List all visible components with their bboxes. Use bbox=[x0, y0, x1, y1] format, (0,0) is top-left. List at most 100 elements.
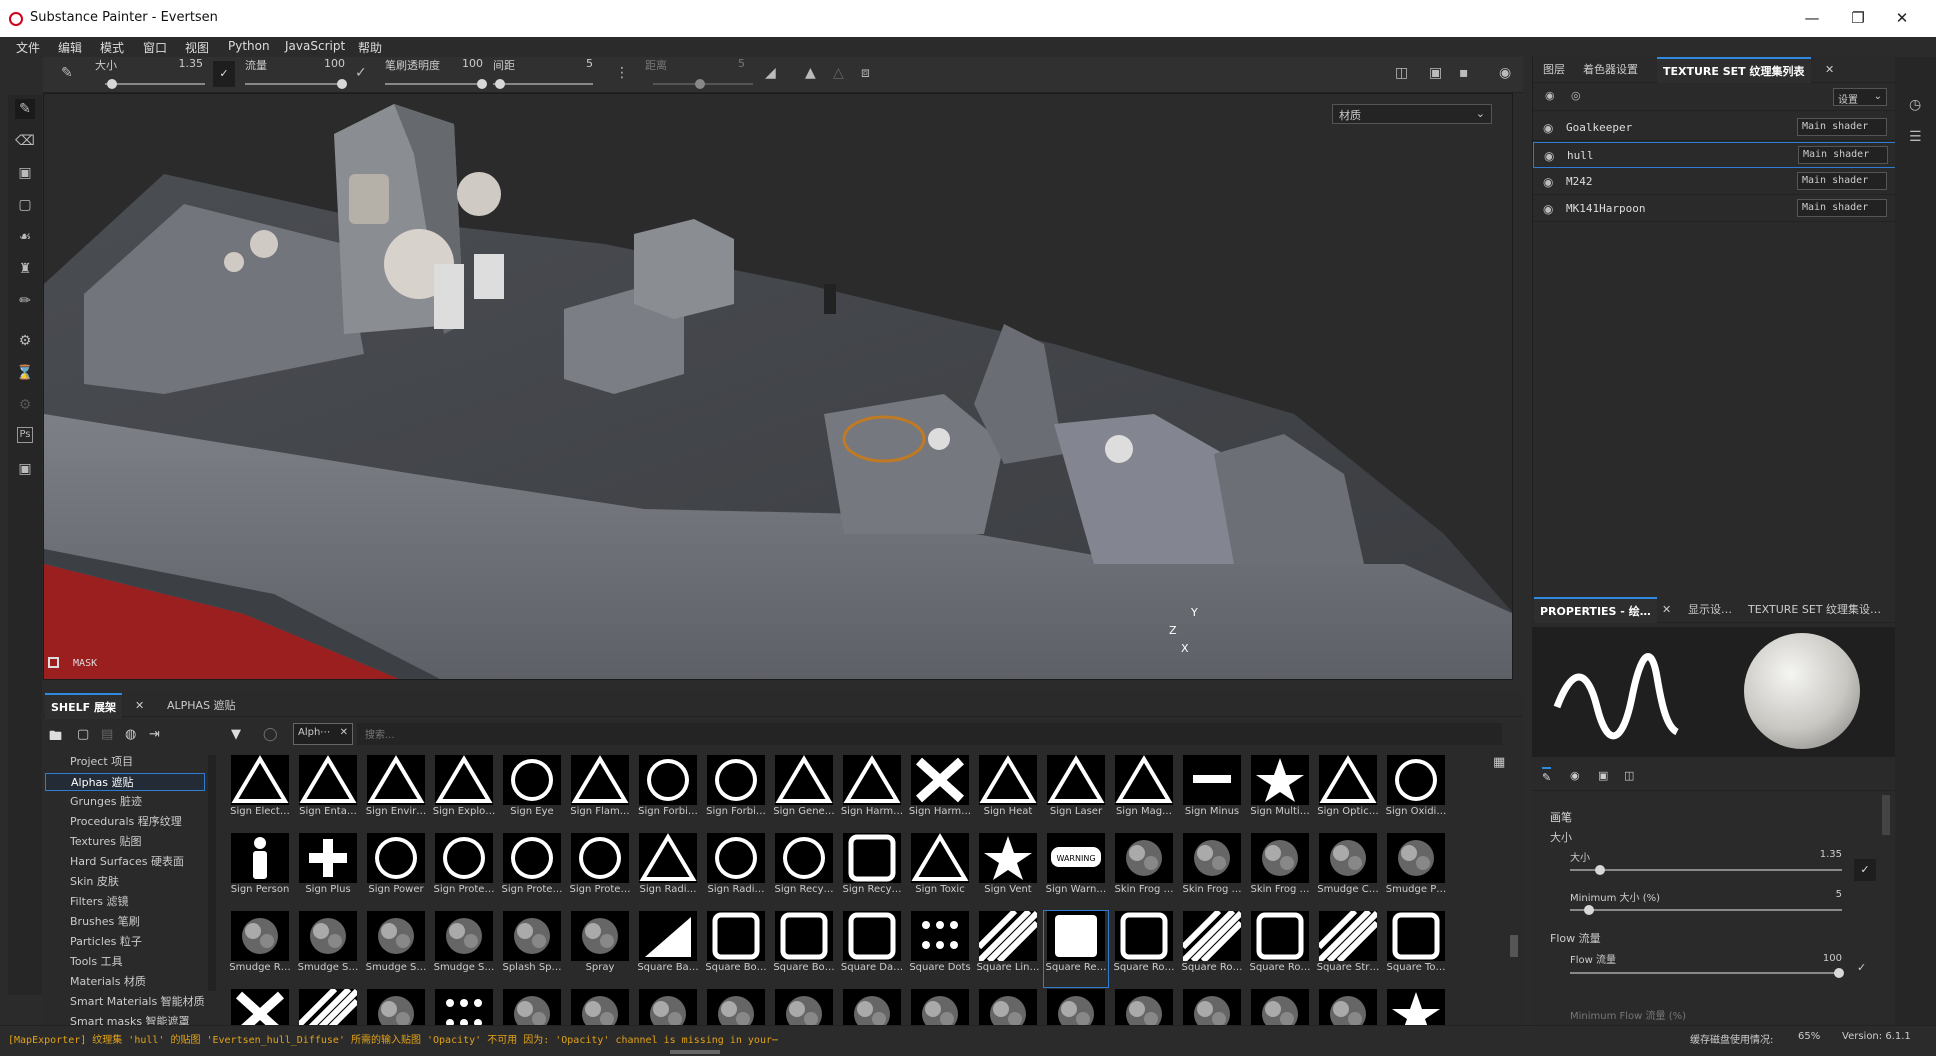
alpha-tile[interactable]: Sign Eye bbox=[500, 755, 564, 831]
import-icon[interactable]: ⇥ bbox=[149, 727, 160, 742]
reset-filter-icon[interactable]: ◯ bbox=[263, 727, 278, 742]
log-icon[interactable]: ☰ bbox=[1909, 129, 1922, 145]
tab-alphas[interactable]: ALPHAS 遮贴 bbox=[161, 693, 242, 719]
3d-viewport[interactable]: 材质 ⌄ MASK Y Z X bbox=[43, 93, 1513, 680]
alpha-tile[interactable] bbox=[1316, 989, 1380, 1025]
bake-icon[interactable]: ⚙ bbox=[15, 331, 35, 351]
alpha-tile[interactable]: WARNING Sign Warn… bbox=[1044, 833, 1108, 909]
shader-dropdown[interactable]: Main shader bbox=[1798, 146, 1888, 164]
prop-min-size-value[interactable]: 5 bbox=[1802, 889, 1842, 900]
category-item[interactable]: Materials 材质 bbox=[70, 973, 146, 989]
alpha-tile[interactable] bbox=[1112, 989, 1176, 1025]
alpha-tile[interactable]: Sign Prote… bbox=[500, 833, 564, 909]
color-picker-icon[interactable]: ✏ bbox=[15, 291, 35, 311]
flow-value[interactable]: 100 bbox=[305, 57, 345, 70]
alpha-tile[interactable]: Sign Harm… bbox=[840, 755, 904, 831]
display-3d-icon[interactable]: ▣ bbox=[1429, 65, 1442, 81]
projection-icon[interactable]: ▣ bbox=[15, 163, 35, 183]
alpha-tile[interactable]: Square Ba… bbox=[636, 911, 700, 987]
pen-pressure-flow-icon[interactable]: ✓ bbox=[355, 65, 367, 81]
alpha-tile[interactable]: Sign Optic… bbox=[1316, 755, 1380, 831]
texture-set-row-selected[interactable]: ◉ hull Main shader bbox=[1533, 142, 1896, 168]
category-item[interactable]: Hard Surfaces 硬表面 bbox=[70, 853, 184, 869]
settings-dropdown[interactable]: 设置 ⌄ bbox=[1833, 88, 1887, 106]
alpha-tile[interactable]: Sign Mag… bbox=[1112, 755, 1176, 831]
camera-icon[interactable]: ▪ bbox=[1459, 65, 1469, 81]
category-item[interactable]: Brushes 笔刷 bbox=[70, 913, 140, 929]
tab-texture-set-list[interactable]: TEXTURE SET 纹理集列表 bbox=[1657, 57, 1811, 83]
history-icon[interactable]: ◷ bbox=[1909, 97, 1921, 113]
show-all-icon[interactable]: ◎ bbox=[1571, 89, 1581, 102]
category-item[interactable]: Skin 皮肤 bbox=[70, 873, 119, 889]
alpha-tile[interactable]: Sign Toxic bbox=[908, 833, 972, 909]
alpha-tile[interactable]: Sign Prote… bbox=[568, 833, 632, 909]
pen-pressure-size-icon[interactable]: ✓ bbox=[213, 61, 235, 87]
shader-dropdown[interactable]: Main shader bbox=[1797, 172, 1887, 190]
alpha-tile[interactable]: Skin Frog … bbox=[1112, 833, 1176, 909]
alpha-tile[interactable]: Square Ro… bbox=[1112, 911, 1176, 987]
close-tab-icon[interactable]: ✕ bbox=[135, 699, 144, 712]
menu-javascript[interactable]: JavaScript bbox=[285, 39, 345, 53]
split-view-icon[interactable]: ◫ bbox=[1395, 65, 1408, 81]
eraser-icon[interactable]: ⌫ bbox=[15, 131, 35, 151]
texture-set-row[interactable]: ◉ Goalkeeper Main shader bbox=[1533, 115, 1896, 141]
spacing-slider[interactable] bbox=[493, 79, 593, 89]
alpha-tile[interactable]: Square Ro… bbox=[1180, 911, 1244, 987]
visibility-eye-icon[interactable]: ◉ bbox=[1543, 121, 1553, 135]
size-value[interactable]: 1.35 bbox=[163, 57, 204, 70]
flow-slider[interactable] bbox=[245, 79, 347, 89]
alpha-tile[interactable]: Smudge C… bbox=[1316, 833, 1380, 909]
alpha-tile[interactable]: Square Bo… bbox=[772, 911, 836, 987]
maximize-button[interactable]: ❐ bbox=[1838, 6, 1878, 30]
alpha-tile[interactable]: Square Ro… bbox=[1248, 911, 1312, 987]
alpha-tile[interactable]: Sign Power bbox=[364, 833, 428, 909]
jitter-slider[interactable] bbox=[653, 79, 753, 89]
alpha-tile[interactable]: Square Dots bbox=[908, 911, 972, 987]
horizontal-scrollbar[interactable] bbox=[670, 1050, 720, 1054]
alpha-tile[interactable]: Sign Prote… bbox=[432, 833, 496, 909]
alpha-tile[interactable]: Smudge S… bbox=[296, 911, 360, 987]
prop-size-slider[interactable] bbox=[1570, 865, 1842, 875]
material-mode-select[interactable]: 材质 ⌄ bbox=[1332, 104, 1492, 124]
alpha-tile[interactable]: Sign Harm… bbox=[908, 755, 972, 831]
close-window-button[interactable]: ✕ bbox=[1882, 6, 1922, 30]
jitter-value[interactable]: 5 bbox=[705, 57, 745, 70]
alpha-tile[interactable]: Sign Recy… bbox=[840, 833, 904, 909]
texture-set-row[interactable]: ◉ M242 Main shader bbox=[1533, 169, 1896, 195]
alpha-tile[interactable] bbox=[1044, 989, 1108, 1025]
alpha-tile[interactable] bbox=[1384, 989, 1448, 1025]
alpha-tile[interactable]: Sign Person bbox=[228, 833, 292, 909]
alpha-tile[interactable] bbox=[432, 989, 496, 1025]
pen-pressure-size-icon[interactable]: ✓ bbox=[1854, 859, 1876, 881]
shader-dropdown[interactable]: Main shader bbox=[1797, 118, 1887, 136]
geometry-mask-icon[interactable]: ▢ bbox=[15, 195, 35, 215]
category-item[interactable]: Tools 工具 bbox=[70, 953, 123, 969]
category-item[interactable]: Textures 贴图 bbox=[70, 833, 142, 849]
alpha-tile[interactable]: Square Bo… bbox=[704, 911, 768, 987]
close-tab-icon[interactable]: ✕ bbox=[1825, 63, 1834, 76]
menu-view[interactable]: 视图 bbox=[185, 39, 209, 56]
lazy-mouse-icon[interactable]: ⋮ bbox=[615, 65, 629, 81]
category-item[interactable]: Grunges 脏迹 bbox=[70, 793, 142, 809]
alpha-tile[interactable] bbox=[500, 989, 564, 1025]
alpha-tile[interactable] bbox=[296, 989, 360, 1025]
alpha-tile[interactable]: Square Lin… bbox=[976, 911, 1040, 987]
mask-checkbox-icon[interactable] bbox=[48, 657, 59, 668]
alpha-tile[interactable] bbox=[568, 989, 632, 1025]
plugin-icon[interactable]: ⚙ bbox=[15, 395, 35, 415]
close-tab-icon[interactable]: ✕ bbox=[1662, 603, 1671, 616]
menu-file[interactable]: 文件 bbox=[16, 39, 40, 56]
alpha-tile[interactable] bbox=[908, 989, 972, 1025]
opacity-value[interactable]: 100 bbox=[443, 57, 483, 70]
properties-scrollbar[interactable] bbox=[1882, 795, 1890, 835]
prop-size-value[interactable]: 1.35 bbox=[1802, 849, 1842, 860]
transform-icon[interactable]: ⧈ bbox=[861, 65, 870, 81]
angle-icon[interactable]: ◢ bbox=[765, 65, 776, 81]
new-icon[interactable]: ▢ bbox=[77, 727, 89, 742]
alpha-tile[interactable]: Sign Radi… bbox=[636, 833, 700, 909]
save-icon[interactable]: ▤ bbox=[101, 727, 113, 742]
category-item-selected[interactable]: Alphas 遮贴 bbox=[45, 773, 205, 791]
grid-scrollbar[interactable] bbox=[1510, 935, 1518, 957]
photoshop-export-icon[interactable]: Ps bbox=[17, 427, 33, 443]
shader-dropdown[interactable]: Main shader bbox=[1797, 199, 1887, 217]
